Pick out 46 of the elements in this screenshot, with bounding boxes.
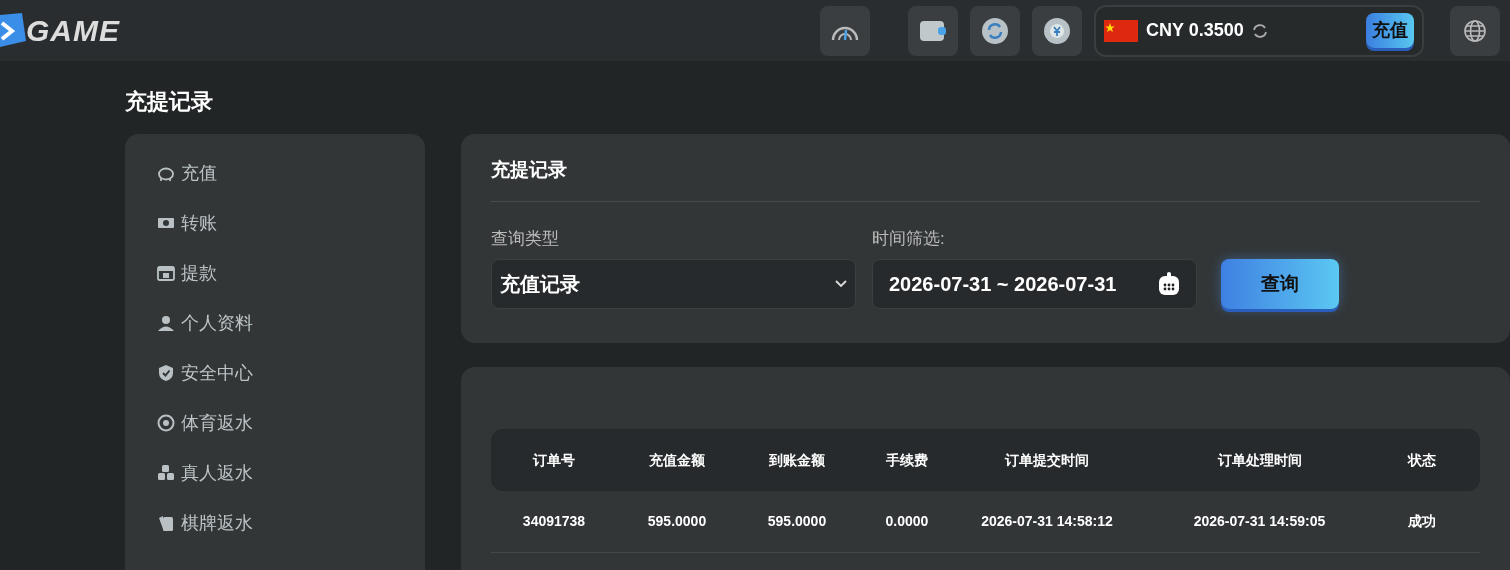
table-cell-text: 595.0000 (766, 512, 828, 531)
sidebar-item[interactable]: 安全中心 (157, 348, 253, 398)
column-header: 订单处理时间 (1216, 450, 1303, 470)
calendar-icon (1158, 272, 1180, 296)
table-cell-text: 595.0000 (646, 512, 708, 531)
playing-cards-icon (157, 514, 175, 532)
chevron-down-icon (835, 280, 847, 288)
table-cell-text: 2026-07-31 14:58:12 (980, 512, 1114, 531)
table-cell-text: 2026-07-31 14:59:05 (1192, 512, 1327, 531)
wallet-icon[interactable] (908, 5, 958, 56)
deposit-button[interactable]: 充值 (1366, 13, 1414, 48)
column-header: 状态 (1406, 450, 1437, 470)
table-cell-text: 成功 (1407, 512, 1437, 531)
globe-icon[interactable] (1450, 5, 1500, 56)
field-label: 查询类型 (491, 227, 560, 250)
refresh-icon[interactable] (970, 5, 1020, 56)
column-header: 订单号 (531, 450, 576, 470)
speedometer-icon[interactable] (820, 5, 870, 56)
panel-title: 充提记录 (491, 156, 1480, 202)
cash-machine-icon (157, 264, 175, 282)
refresh-icon[interactable] (1251, 22, 1268, 39)
sidebar-item[interactable]: 体育返水 (157, 398, 253, 448)
sidebar-item[interactable]: 转账 (157, 198, 217, 248)
dice-icon (157, 464, 175, 482)
sidebar-item[interactable]: 真人返水 (157, 448, 253, 498)
table-cell-text: 0.0000 (884, 512, 930, 531)
currency-exchange-icon[interactable] (1032, 5, 1082, 56)
sidebar-item[interactable]: 充值 (157, 148, 217, 198)
sidebar-item[interactable]: 棋牌返水 (157, 498, 253, 548)
user-icon (157, 314, 175, 332)
shield-check-icon (157, 364, 175, 382)
field-label: 时间筛选: (872, 227, 946, 250)
page-title: 充提记录 (125, 88, 214, 116)
column-header: 到账金额 (768, 450, 826, 470)
date-range-field[interactable]: 2026-07-31 ~ 2026-07-31 (872, 259, 1197, 309)
china-flag-icon (1104, 19, 1138, 42)
sidebar-item[interactable]: 个人资料 (157, 298, 253, 348)
query-type-select[interactable]: 充值记录 (491, 259, 856, 309)
table-cell-text: 34091738 (521, 512, 587, 531)
column-header: 订单提交时间 (1003, 450, 1090, 470)
logo-text: GAME (26, 15, 120, 46)
balance-amount: CNY 0.3500 (1146, 19, 1244, 42)
column-header: 充值金额 (648, 450, 706, 470)
column-header: 手续费 (885, 450, 929, 470)
sidebar-item[interactable]: 提款 (157, 248, 217, 298)
search-button[interactable]: 查询 (1221, 259, 1339, 309)
